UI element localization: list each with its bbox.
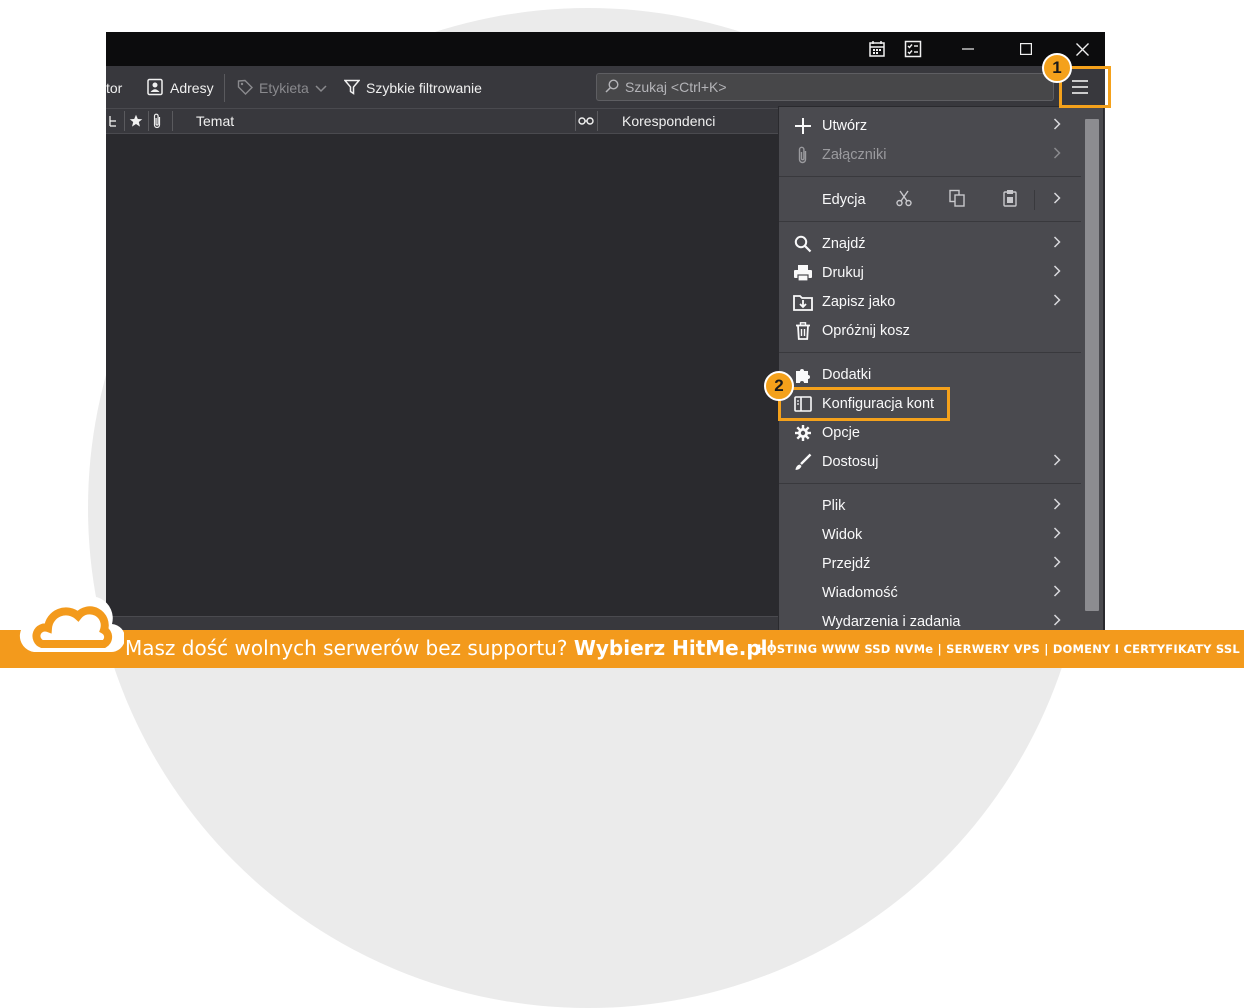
toolbar-separator [224,74,225,102]
address-book-button[interactable]: Adresy [146,74,214,102]
tag-button[interactable]: Etykieta [237,74,327,102]
close-icon[interactable] [1068,32,1096,66]
menu-item-customize[interactable]: Dostosuj [779,447,1081,476]
menu-item-empty-trash[interactable]: Opróżnij kosz [779,316,1081,345]
menu-separator [779,483,1081,484]
filter-icon [343,79,361,98]
chevron-right-icon [1053,526,1061,544]
chevron-down-icon [315,80,327,96]
star-column-icon[interactable] [129,109,145,133]
column-separator [575,111,576,131]
calendar-icon[interactable] [864,32,890,66]
chevron-right-icon [1053,613,1061,631]
read-column-icon[interactable] [578,109,596,133]
subject-column-header[interactable]: Temat [196,109,234,133]
message-list-header: Temat Korespondenci [106,108,786,134]
toolbar-partial-button[interactable]: tor [106,74,122,102]
column-separator [148,111,149,131]
menu-item-attachments[interactable]: Załączniki [779,140,1081,169]
column-separator [597,111,598,131]
menu-item-addons[interactable]: Dodatki [779,360,1081,389]
chevron-right-icon [1053,146,1061,164]
chevron-right-icon [1053,453,1061,471]
copy-icon[interactable] [948,189,966,211]
title-bar [106,32,1105,66]
menu-separator [1034,190,1035,210]
brush-icon [792,451,814,473]
chevron-right-icon [1053,555,1061,573]
menu-item-events-tasks[interactable]: Wydarzenia i zadania [779,607,1081,631]
menu-item-print[interactable]: Drukuj [779,258,1081,287]
chevron-right-icon [1053,497,1061,515]
thread-column-icon[interactable] [108,109,122,133]
step-badge-2: 2 [764,371,794,401]
chevron-right-icon [1053,264,1061,282]
printer-icon [792,262,814,284]
cloud-logo-icon [19,596,124,653]
cut-icon[interactable] [895,189,913,211]
menu-item-save-as[interactable]: Zapisz jako [779,287,1081,316]
menu-item-file[interactable]: Plik [779,491,1081,520]
maximize-icon[interactable] [1012,32,1040,66]
chevron-right-icon [1053,584,1061,602]
menu-scrollbar[interactable] [1081,107,1103,631]
menu-item-find[interactable]: Znajdź [779,229,1081,258]
menu-item-message[interactable]: Wiadomość [779,578,1081,607]
tag-icon [237,79,253,98]
attachment-column-icon[interactable] [152,109,168,133]
menu-item-go[interactable]: Przejdź [779,549,1081,578]
trash-icon [792,320,814,342]
chevron-right-icon [1053,117,1061,135]
correspondents-column-header[interactable]: Korespondenci [622,109,715,133]
chevron-right-icon [1053,293,1061,311]
minimize-icon[interactable] [954,32,982,66]
banner-services: HOSTING WWW SSD NVMe | SERWERY VPS | DOM… [757,642,1240,656]
chevron-right-icon[interactable] [1053,191,1061,209]
menu-separator [779,221,1081,222]
address-book-icon [146,78,164,99]
gear-icon [792,422,814,444]
column-separator [124,111,125,131]
app-menu-panel: Utwórz Załączniki Edycja Znajdź Drukuj Z… [778,106,1104,632]
message-list[interactable] [106,134,786,632]
search-icon [792,233,814,255]
menu-separator [779,176,1081,177]
menu-item-view[interactable]: Widok [779,520,1081,549]
menu-item-options[interactable]: Opcje [779,418,1081,447]
paste-icon[interactable] [1002,189,1018,211]
search-input[interactable]: Szukaj <Ctrl+K> [596,73,1054,101]
highlight-account-settings [778,387,950,421]
puzzle-icon [792,364,814,386]
quick-filter-button[interactable]: Szybkie filtrowanie [343,74,482,102]
search-placeholder: Szukaj <Ctrl+K> [625,79,727,95]
menu-scrollbar-thumb[interactable] [1085,119,1099,611]
search-icon [605,78,619,96]
paperclip-icon [792,144,814,166]
save-folder-icon [792,291,814,313]
step-badge-1: 1 [1042,53,1072,83]
banner-slogan[interactable]: Masz dość wolnych serwerów bez supportu?… [125,636,776,660]
chevron-right-icon [1053,235,1061,253]
tasks-icon[interactable] [900,32,926,66]
menu-item-edit: Edycja [779,185,1081,214]
column-separator [172,111,173,131]
menu-separator [779,352,1081,353]
menu-item-new[interactable]: Utwórz [779,111,1081,140]
plus-icon [792,115,814,137]
